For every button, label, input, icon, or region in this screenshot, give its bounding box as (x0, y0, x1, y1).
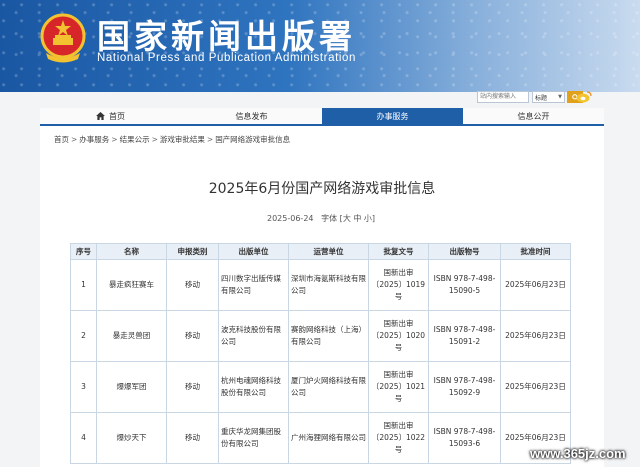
font-size-label: 字体 (321, 214, 338, 223)
nav-item-info-release[interactable]: 信息发布 (181, 108, 322, 124)
font-size-medium[interactable]: 中 (353, 214, 361, 223)
cell-operator: 深圳市海氪斯科技有限公司 (288, 259, 369, 311)
breadcrumb-separator: > (111, 135, 118, 144)
nav-item-home[interactable]: 首页 (40, 108, 181, 124)
cell-index: 2 (70, 310, 97, 362)
cell-publisher: 杭州电魂网络科技股份有限公司 (218, 361, 289, 413)
cell-category: 移动 (166, 259, 219, 311)
col-header-category: 申报类别 (166, 243, 219, 260)
cell-category: 移动 (166, 361, 219, 413)
breadcrumb-separator: > (151, 135, 158, 144)
content-panel: 首页 > 办事服务 > 结果公示 > 游戏审批结果 > 国产网络游戏审批信息 2025年6月份国… (40, 126, 604, 467)
cell-index: 1 (70, 259, 97, 311)
nav-item-label: 信息公开 (517, 111, 550, 121)
table-header-row: 序号 名称 申报类别 出版单位 运营单位 批复文号 出版物号 批准时间 (70, 243, 571, 260)
cell-name: 爆爆军团 (96, 361, 167, 413)
page-title: 2025年6月份国产网络游戏审批信息 (208, 181, 436, 197)
publish-date: 2025-06-24 (267, 214, 314, 223)
cell-isbn: ISBN 978-7-498-15093-6 (428, 412, 501, 464)
font-size-large[interactable]: 大 (343, 214, 351, 223)
breadcrumb-separator: > (71, 135, 78, 144)
cell-name: 暴走灵兽团 (96, 310, 167, 362)
col-header-operator: 运营单位 (288, 243, 369, 260)
home-icon (96, 112, 105, 120)
cell-approval-date: 2025年06月23日 (500, 361, 571, 413)
cell-approval-date: 2025年06月23日 (500, 310, 571, 362)
breadcrumb-link-services[interactable]: 办事服务 (79, 135, 109, 144)
cell-approval-no: 国新出审〔2025〕1019号 (368, 259, 429, 311)
cell-isbn: ISBN 978-7-498-15091-2 (428, 310, 501, 362)
main-nav: 首页 信息发布 办事服务 信息公开 (40, 108, 604, 126)
col-header-publisher: 出版单位 (218, 243, 289, 260)
cell-publisher: 四川数字出版传媒有限公司 (218, 259, 289, 311)
site-subtitle: National Press and Publication Administr… (97, 52, 357, 64)
cell-isbn: ISBN 978-7-498-15090-5 (428, 259, 501, 311)
cell-index: 3 (70, 361, 97, 413)
search-bar: 标题 ▼ (477, 91, 583, 103)
breadcrumb: 首页 > 办事服务 > 结果公示 > 游戏审批结果 > 国产网络游戏审批信息 (54, 134, 290, 145)
watermark: www.365jz.com (530, 446, 626, 461)
national-emblem-icon (40, 13, 86, 63)
nav-item-label: 首页 (109, 111, 125, 121)
col-header-approval-no: 批复文号 (368, 243, 429, 260)
table-row: 4 爆炒天下 移动 重庆华龙网集团股份有限公司 广州海狸网络有限公司 国新出审〔… (70, 412, 571, 464)
breadcrumb-current[interactable]: 国产网络游戏审批信息 (215, 135, 290, 144)
cell-operator: 广州海狸网络有限公司 (288, 412, 369, 464)
col-header-isbn: 出版物号 (428, 243, 501, 260)
table-row: 2 暴走灵兽团 移动 波克科技股份有限公司 赛韵网络科技（上海）有限公司 国新出… (70, 310, 571, 362)
cell-operator: 厦门炉火网络科技有限公司 (288, 361, 369, 413)
chevron-down-icon: ▼ (558, 94, 562, 100)
search-input[interactable] (477, 91, 529, 103)
cell-name: 爆炒天下 (96, 412, 167, 464)
site-title: 国家新闻出版署 (97, 17, 356, 56)
nav-item-info-disclosure[interactable]: 信息公开 (463, 108, 604, 124)
breadcrumb-separator: > (206, 135, 214, 144)
table-row: 1 暴走疯狂赛车 移动 四川数字出版传媒有限公司 深圳市海氪斯科技有限公司 国新… (70, 259, 571, 311)
cell-publisher: 重庆华龙网集团股份有限公司 (218, 412, 289, 464)
search-scope-value: 标题 (535, 94, 548, 102)
col-header-approval-date: 批准时间 (500, 243, 571, 260)
table-row: 3 爆爆军团 移动 杭州电魂网络科技股份有限公司 厦门炉火网络科技有限公司 国新… (70, 361, 571, 413)
cell-isbn: ISBN 978-7-498-15092-9 (428, 361, 501, 413)
weibo-icon[interactable] (576, 90, 592, 103)
cell-approval-date: 2025年06月23日 (500, 259, 571, 311)
cell-approval-no: 国新出审〔2025〕1022号 (368, 412, 429, 464)
cell-operator: 赛韵网络科技（上海）有限公司 (288, 310, 369, 362)
approval-table: 序号 名称 申报类别 出版单位 运营单位 批复文号 出版物号 批准时间 1 暴走… (70, 243, 571, 464)
nav-item-services[interactable]: 办事服务 (322, 108, 463, 124)
cell-name: 暴走疯狂赛车 (96, 259, 167, 311)
cell-category: 移动 (166, 310, 219, 362)
col-header-name: 名称 (96, 243, 167, 260)
nav-item-label: 办事服务 (376, 111, 409, 121)
col-header-index: 序号 (70, 243, 97, 260)
cell-approval-no: 国新出审〔2025〕1021号 (368, 361, 429, 413)
nav-item-label: 信息发布 (235, 111, 268, 121)
breadcrumb-link-results[interactable]: 结果公示 (120, 135, 150, 144)
breadcrumb-link-game-results[interactable]: 游戏审批结果 (160, 135, 205, 144)
cell-approval-no: 国新出审〔2025〕1020号 (368, 310, 429, 362)
cell-category: 移动 (166, 412, 219, 464)
font-size-small[interactable]: 小 (364, 214, 372, 223)
search-scope-select[interactable]: 标题 ▼ (532, 91, 565, 103)
article-meta: 2025-06-24 字体 [大 中 小] (267, 214, 376, 223)
cell-index: 4 (70, 412, 97, 464)
cell-publisher: 波克科技股份有限公司 (218, 310, 289, 362)
breadcrumb-link-home[interactable]: 首页 (54, 135, 69, 144)
site-banner: 国家新闻出版署 National Press and Publication A… (0, 0, 640, 92)
